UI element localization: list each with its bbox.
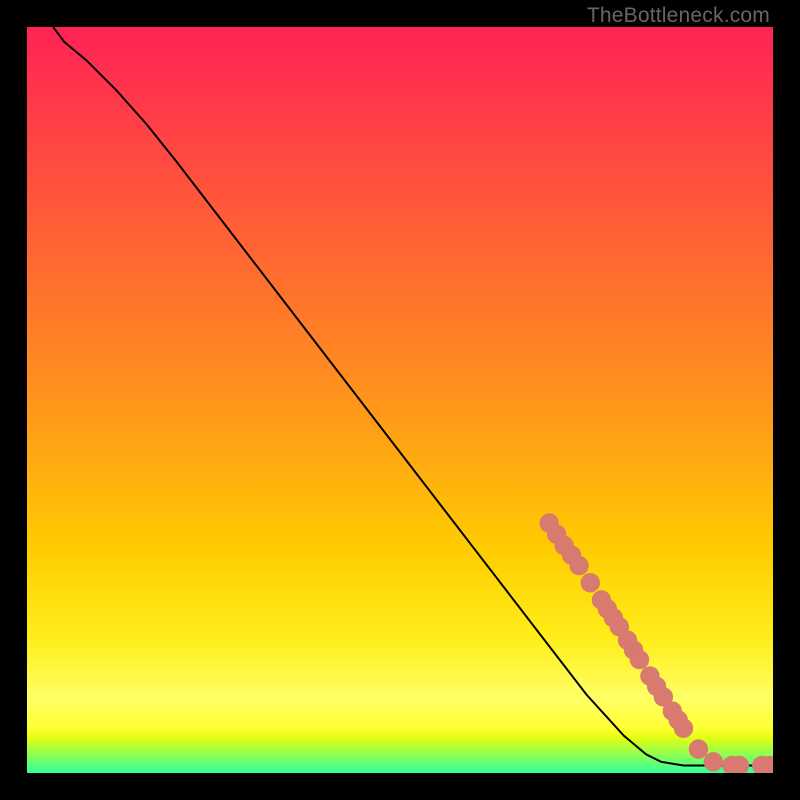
chart-curve [53, 27, 773, 766]
chart-plot-area [27, 27, 773, 773]
chart-marker [630, 650, 649, 669]
chart-marker [674, 719, 693, 738]
chart-marker [689, 739, 708, 758]
chart-marker [704, 752, 723, 771]
chart-marker [569, 556, 588, 575]
chart-svg [27, 27, 773, 773]
chart-marker [581, 573, 600, 592]
watermark-text: TheBottleneck.com [587, 4, 770, 28]
chart-markers [540, 513, 774, 773]
